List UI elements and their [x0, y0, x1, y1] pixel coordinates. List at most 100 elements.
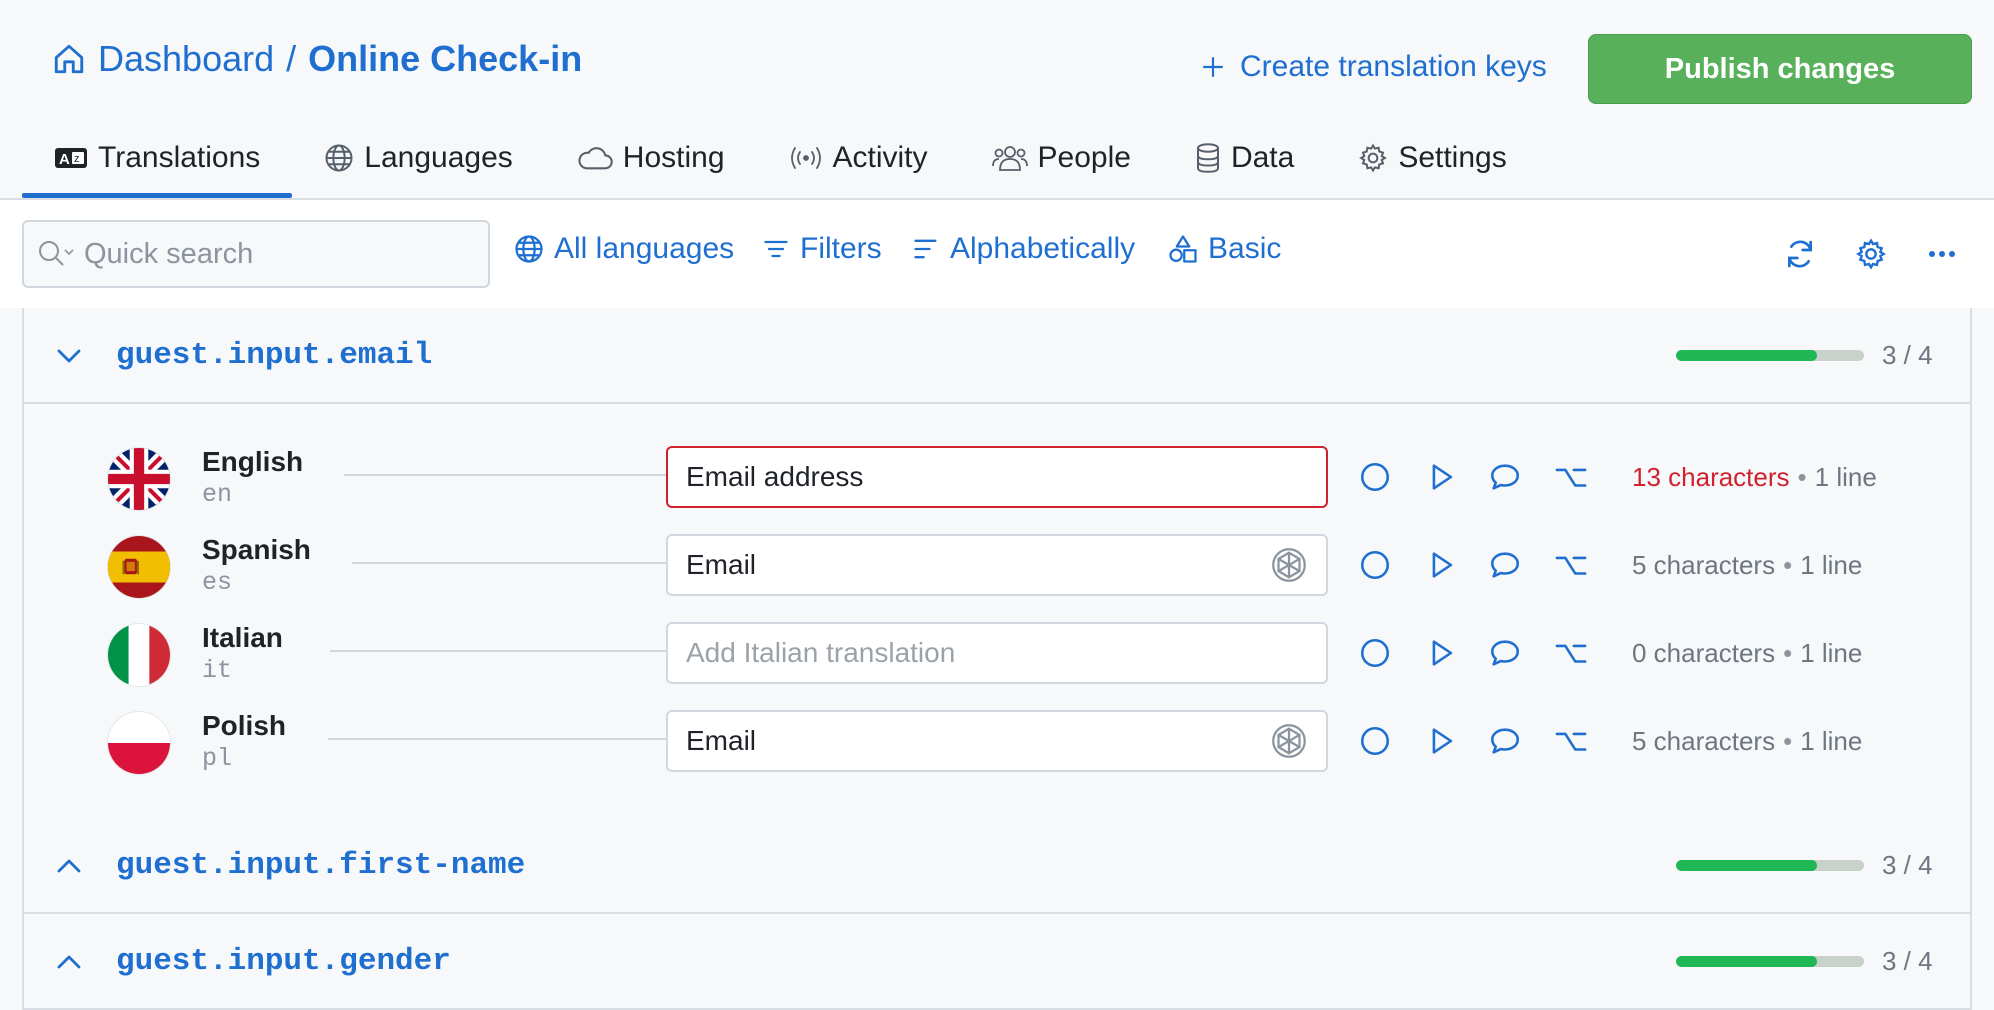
breadcrumb-current[interactable]: Online Check-in — [308, 38, 582, 80]
translation-progress-bar — [1676, 955, 1864, 967]
translation-progress-fill — [1676, 349, 1817, 361]
language-name: Italian — [202, 622, 283, 653]
header: Dashboard / Online Check-in Create trans… — [0, 0, 1994, 118]
translate-icon: Az — [54, 145, 88, 171]
quick-search[interactable] — [22, 220, 490, 288]
translation-progress-bar — [1676, 859, 1864, 871]
chevron-down-icon[interactable] — [54, 341, 84, 371]
translation-input-en[interactable] — [666, 446, 1328, 508]
tab-data[interactable]: Data — [1163, 118, 1326, 198]
search-icon — [36, 238, 76, 270]
option-key-icon[interactable] — [1554, 636, 1588, 670]
translation-key-header[interactable]: guest.input.first-name 3 / 4 — [24, 818, 1970, 912]
filter-icon — [762, 235, 790, 263]
shapes-icon — [1168, 234, 1198, 264]
refresh-icon[interactable] — [1782, 236, 1818, 272]
quick-search-input[interactable] — [84, 237, 464, 271]
status-circle-icon[interactable] — [1358, 724, 1392, 758]
language-code: it — [202, 656, 233, 685]
language-row-en: English en 13 characters•1 line — [24, 442, 1970, 522]
tab-data-label: Data — [1230, 141, 1295, 174]
option-key-icon[interactable] — [1554, 548, 1588, 582]
database-icon — [1195, 143, 1221, 173]
translation-key-name[interactable]: guest.input.gender — [116, 944, 451, 979]
line-count: 1 line — [1800, 550, 1863, 580]
tab-translations-label: Translations — [98, 141, 261, 174]
poland-flag-icon — [108, 712, 170, 774]
tab-people[interactable]: People — [960, 118, 1163, 198]
status-circle-icon[interactable] — [1358, 636, 1392, 670]
tab-translations[interactable]: Az Translations — [22, 118, 293, 198]
play-icon[interactable] — [1424, 460, 1458, 494]
ai-suggest-icon[interactable] — [1268, 544, 1310, 586]
tab-languages[interactable]: Languages — [292, 118, 544, 198]
row-connector-line — [328, 738, 666, 740]
filters-label: Filters — [800, 232, 882, 265]
translation-input-pl[interactable] — [666, 710, 1328, 772]
sort-label: Alphabetically — [950, 232, 1136, 265]
status-circle-icon[interactable] — [1358, 460, 1392, 494]
play-icon[interactable] — [1424, 548, 1458, 582]
italy-flag-icon — [108, 624, 170, 686]
status-circle-icon[interactable] — [1358, 548, 1392, 582]
home-icon[interactable] — [52, 42, 86, 76]
translation-progress-fill — [1676, 955, 1817, 967]
breadcrumb: Dashboard / Online Check-in — [52, 38, 582, 80]
translation-key-header[interactable]: guest.input.gender 3 / 4 — [24, 914, 1970, 1008]
option-key-icon[interactable] — [1554, 724, 1588, 758]
translation-key-header[interactable]: guest.input.email 3 / 4 — [24, 308, 1970, 402]
language-code: es — [202, 568, 233, 597]
chevron-up-icon[interactable] — [54, 947, 84, 977]
language-row-es: Spanish es 5 characters•1 line — [24, 530, 1970, 610]
line-count: 1 line — [1814, 462, 1877, 492]
plus-icon — [1200, 54, 1226, 80]
row-connector-line — [330, 650, 666, 652]
tab-settings[interactable]: Settings — [1326, 118, 1538, 198]
publish-changes-button[interactable]: Publish changes — [1588, 34, 1972, 104]
translation-input-it[interactable] — [666, 622, 1328, 684]
tab-hosting[interactable]: Hosting — [545, 118, 757, 198]
breadcrumb-root-link[interactable]: Dashboard — [98, 38, 274, 80]
svg-text:A: A — [59, 151, 70, 168]
create-translation-keys-button[interactable]: Create translation keys — [1200, 50, 1547, 84]
translation-key: guest.input.gender 3 / 4 — [22, 914, 1972, 1010]
ai-suggest-icon[interactable] — [1268, 720, 1310, 762]
translation-key: guest.input.email 3 / 4 English en Email… — [22, 308, 1972, 820]
play-icon[interactable] — [1424, 724, 1458, 758]
comment-icon[interactable] — [1488, 724, 1522, 758]
comment-icon[interactable] — [1488, 548, 1522, 582]
translation-stats: 0 characters • 1 line — [1632, 638, 1863, 668]
filters-button[interactable]: Filters — [762, 232, 882, 266]
translation-input-es[interactable] — [666, 534, 1328, 596]
globe-icon — [514, 234, 544, 264]
tab-activity[interactable]: Activity — [757, 118, 960, 198]
view-mode-button[interactable]: Basic — [1168, 232, 1281, 266]
language-code: pl — [202, 744, 233, 773]
row-connector-line — [352, 562, 666, 564]
breadcrumb-separator: / — [286, 38, 297, 79]
svg-text:z: z — [74, 153, 80, 165]
sort-button[interactable]: Alphabetically — [912, 232, 1135, 266]
translation-progress-fill — [1676, 859, 1817, 871]
tab-hosting-label: Hosting — [622, 141, 725, 174]
language-row-it: Italian it 0 characters•1 line — [24, 618, 1970, 698]
chevron-up-icon[interactable] — [54, 851, 84, 881]
toolbar: All languages Filters Alphabetically Bas… — [0, 200, 1994, 308]
comment-icon[interactable] — [1488, 460, 1522, 494]
people-icon — [991, 144, 1028, 172]
translation-stats: 13 characters • 1 line — [1632, 462, 1877, 492]
option-key-icon[interactable] — [1554, 460, 1588, 494]
language-row-pl: Polish pl 5 characters•1 line — [24, 706, 1970, 786]
globe-icon — [324, 143, 354, 173]
translation-progress-bar — [1676, 349, 1864, 361]
all-languages-button[interactable]: All languages — [514, 232, 734, 266]
translation-key-name[interactable]: guest.input.first-name — [116, 848, 525, 883]
more-options-icon[interactable] — [1924, 236, 1960, 272]
comment-icon[interactable] — [1488, 636, 1522, 670]
play-icon[interactable] — [1424, 636, 1458, 670]
settings-gear-icon[interactable] — [1853, 236, 1889, 272]
tab-activity-label: Activity — [832, 141, 928, 174]
character-count: 0 characters — [1632, 638, 1776, 668]
translation-key-name[interactable]: guest.input.email — [116, 338, 432, 373]
tab-people-label: People — [1037, 141, 1131, 174]
